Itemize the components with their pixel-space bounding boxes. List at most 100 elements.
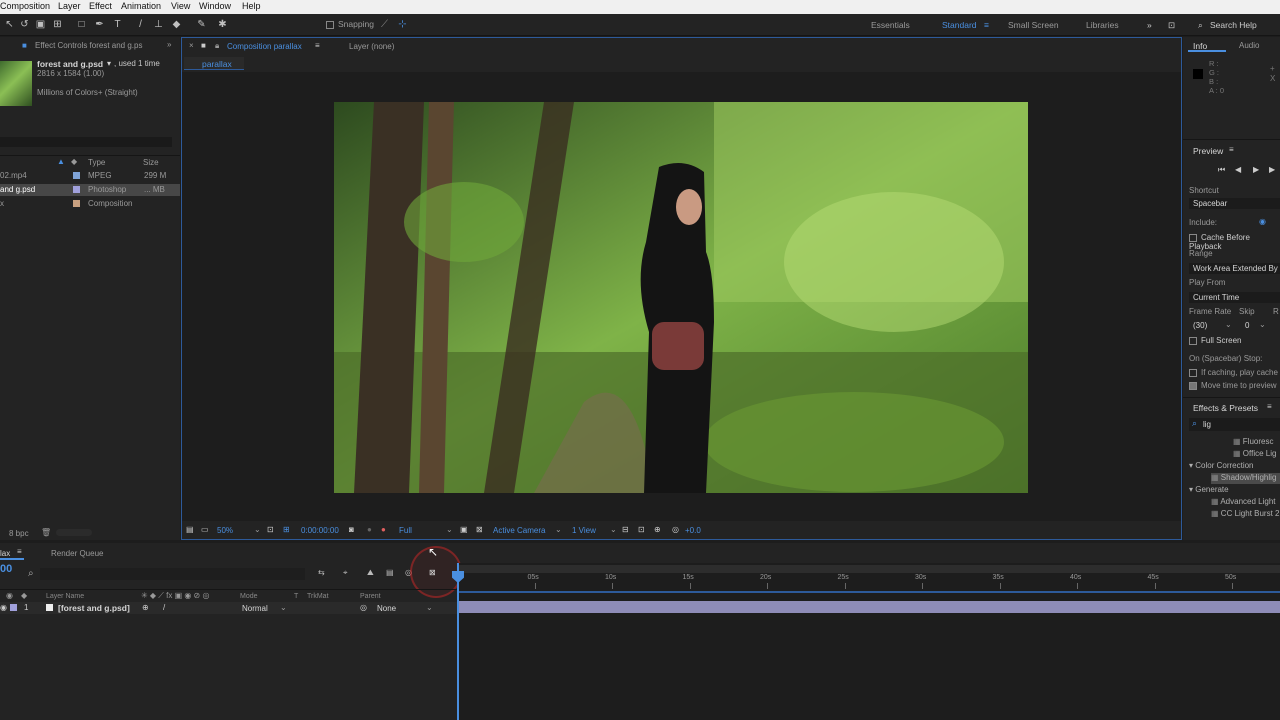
full-screen-checkbox[interactable] — [1189, 336, 1197, 345]
full-screen-option[interactable]: Full Screen — [1189, 336, 1241, 345]
panel-grip-icon[interactable]: ■ — [22, 41, 27, 50]
column-size[interactable]: Size — [143, 158, 159, 167]
move-time-option[interactable]: Move time to preview — [1189, 381, 1277, 390]
shy-layers-icon[interactable]: ⛰ — [367, 568, 374, 578]
expand-arrow-icon[interactable]: ▾ — [1189, 461, 1193, 470]
current-time[interactable]: 0:00:00:00 — [301, 526, 339, 535]
workspace-small-screen[interactable]: Small Screen — [1008, 20, 1059, 30]
chevron-down-icon[interactable]: ⌄ — [555, 525, 562, 534]
cache-checkbox[interactable] — [1189, 233, 1197, 242]
sort-arrow-icon[interactable]: ▲ — [57, 157, 65, 166]
close-icon[interactable]: × — [189, 41, 194, 50]
quality-switch-icon[interactable]: / — [163, 603, 165, 612]
search-help-input[interactable]: Search Help — [1210, 20, 1257, 30]
zoom-select[interactable]: 50% — [217, 526, 233, 535]
transparency-icon[interactable]: ⊠ — [476, 525, 483, 534]
label-color[interactable] — [73, 200, 80, 207]
column-mode[interactable]: Mode — [240, 593, 258, 600]
column-layer-name[interactable]: Layer Name — [46, 593, 84, 600]
comp-frame-image[interactable] — [334, 102, 1028, 493]
type-tool-icon[interactable]: T — [112, 19, 123, 30]
playhead[interactable] — [457, 563, 459, 720]
tab-info[interactable]: Info — [1188, 39, 1226, 52]
layer-name[interactable]: [forest and g.psd] — [58, 603, 130, 613]
roto-brush-icon[interactable]: ✎ — [196, 19, 207, 30]
parent-pickwhip-icon[interactable]: ◎ — [360, 603, 367, 612]
next-frame-icon[interactable]: ▶ — [1269, 165, 1275, 174]
graph-editor-icon[interactable]: ⊠ — [429, 568, 436, 577]
move-time-checkbox[interactable] — [1189, 381, 1197, 390]
comp-flowchart-icon[interactable]: ⇆ — [318, 568, 325, 577]
column-trkmat[interactable]: TrkMat — [307, 593, 329, 600]
work-area-bar[interactable] — [457, 565, 1280, 573]
show-channel-icon[interactable]: ● — [367, 525, 372, 534]
selection-tool-icon[interactable]: ↖ — [4, 19, 15, 30]
effects-menu-icon[interactable]: ≡ — [1267, 402, 1272, 411]
project-search-field[interactable] — [0, 137, 172, 147]
composition-viewer[interactable] — [182, 72, 1181, 521]
project-item-row[interactable]: and g.psd Photoshop ... MB — [0, 184, 180, 196]
tab-effect-controls[interactable]: Effect Controls forest and g.ps — [35, 41, 142, 50]
parent-select[interactable]: None — [377, 604, 396, 613]
preview-menu-icon[interactable]: ≡ — [1229, 145, 1234, 154]
column-type[interactable]: Type — [88, 158, 105, 167]
frame-rate-select[interactable]: (30) — [1193, 321, 1207, 330]
reset-exposure-icon[interactable]: ◎ — [672, 525, 679, 534]
transparency-grid-icon[interactable]: ⊞ — [283, 525, 290, 534]
tab-layer[interactable]: Layer (none) — [349, 42, 394, 51]
menu-animation[interactable]: Animation — [121, 1, 161, 11]
workspace-libraries[interactable]: Libraries — [1086, 20, 1119, 30]
chevron-down-icon[interactable]: ⌄ — [254, 525, 261, 534]
snapping-toggle[interactable]: Snapping — [326, 19, 374, 29]
camera-select[interactable]: Active Camera — [493, 526, 545, 535]
snap-feature-icon[interactable]: ⊹ — [397, 19, 408, 30]
layer-label-color[interactable] — [10, 604, 17, 611]
menu-window[interactable]: Window — [199, 1, 231, 11]
effect-item[interactable]: ▦ Office Lig — [1233, 449, 1276, 460]
exposure-value[interactable]: +0.0 — [685, 526, 701, 535]
workspace-menu-icon[interactable]: ≡ — [984, 20, 989, 30]
menu-effect[interactable]: Effect — [89, 1, 112, 11]
pen-tool-icon[interactable]: ✒ — [94, 19, 105, 30]
visibility-eye-icon[interactable]: ◉ — [0, 603, 7, 612]
camera-icon[interactable]: ◙ — [349, 525, 354, 534]
resolution-select[interactable]: Full — [399, 526, 412, 535]
timeline-graph[interactable]: 05s 10s 15s 20s 25s 30s 35s 40s 45s 50s — [452, 563, 1280, 720]
monitor-icon[interactable]: ▭ — [201, 525, 209, 534]
if-caching-checkbox[interactable] — [1189, 368, 1197, 377]
menu-help[interactable]: Help — [242, 1, 261, 11]
region-icon[interactable]: ⊡ — [267, 525, 274, 534]
eraser-icon[interactable]: ◆ — [171, 19, 182, 30]
tab-menu-icon[interactable]: ≡ — [17, 547, 22, 556]
chevron-down-icon[interactable]: ⌄ — [426, 603, 433, 612]
pan-behind-icon[interactable]: ⊞ — [52, 19, 63, 30]
play-icon[interactable]: ▶ — [1253, 165, 1259, 174]
effects-search-input[interactable]: ⌕ lig — [1189, 418, 1280, 431]
flowchart-icon[interactable]: ⊕ — [654, 525, 661, 534]
fast-preview-icon[interactable]: ⊡ — [638, 525, 645, 534]
panel-grip-icon[interactable]: ■ — [201, 41, 206, 50]
draft-3d-icon[interactable]: ⌖ — [343, 568, 348, 578]
range-select[interactable]: Work Area Extended By — [1189, 263, 1280, 274]
play-from-select[interactable]: Current Time — [1189, 292, 1280, 303]
effects-folder[interactable]: ▾ Color Correction — [1189, 461, 1254, 472]
shortcut-select[interactable]: Spacebar — [1189, 198, 1280, 209]
breadcrumb-parallax[interactable]: parallax — [202, 59, 232, 69]
prev-frame-icon[interactable]: ◀ — [1235, 165, 1241, 174]
layer-mode-select[interactable]: Normal — [242, 604, 268, 613]
project-item-row[interactable]: 02.mp4 MPEG 299 M — [0, 170, 180, 182]
puppet-pin-icon[interactable]: ✱ — [217, 19, 228, 30]
if-caching-option[interactable]: If caching, play cache — [1189, 368, 1278, 377]
tab-audio[interactable]: Audio — [1239, 41, 1259, 50]
effect-item[interactable]: ▦ Advanced Light — [1211, 497, 1276, 508]
chevron-down-icon[interactable]: ▾ — [107, 59, 111, 68]
collapse-switch-icon[interactable]: ⊕ — [142, 603, 149, 612]
timeline-timecode[interactable]: 00 — [0, 563, 12, 575]
chevron-down-icon[interactable]: ⌄ — [446, 525, 453, 534]
effect-item[interactable]: ▦ CC Light Burst 2 — [1211, 509, 1280, 520]
clone-stamp-icon[interactable]: ⊥ — [153, 19, 164, 30]
menu-view[interactable]: View — [171, 1, 190, 11]
time-ruler[interactable]: 05s 10s 15s 20s 25s 30s 35s 40s 45s 50s — [457, 573, 1280, 589]
trash-icon[interactable]: 🗑 — [41, 528, 51, 537]
column-t[interactable]: T — [294, 593, 298, 600]
